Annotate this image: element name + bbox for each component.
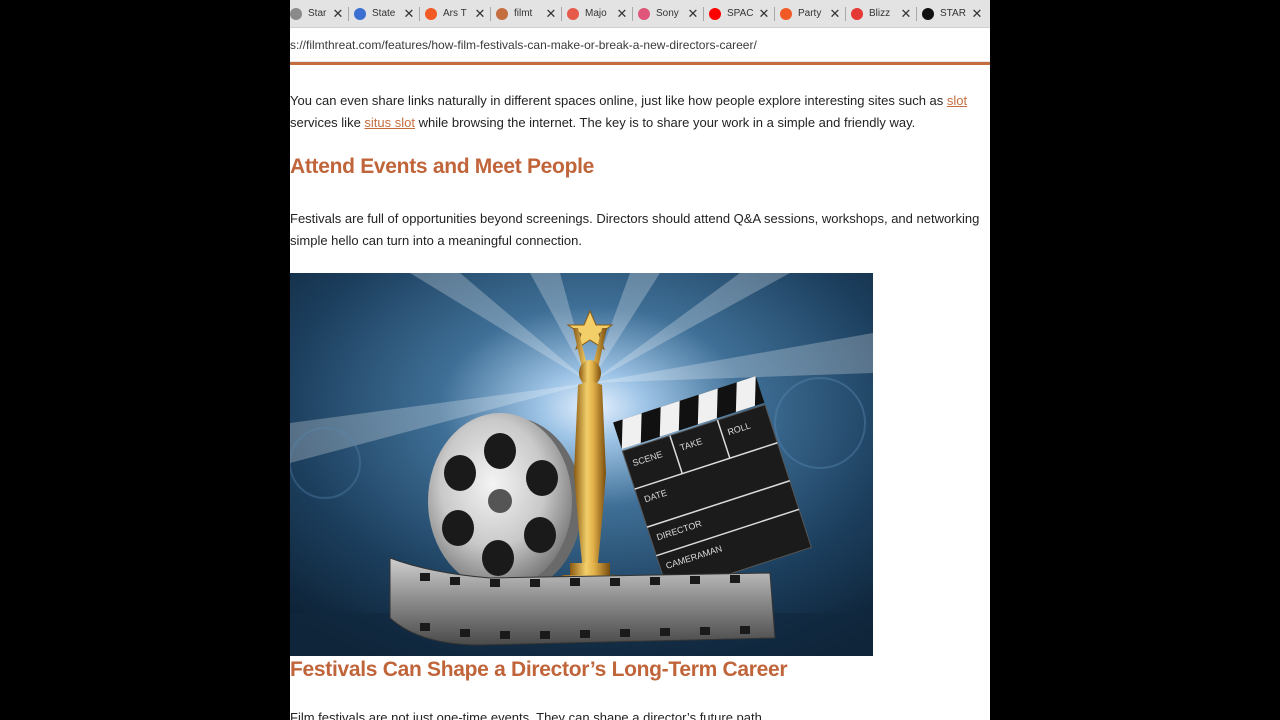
tab-title: State [372,8,396,19]
heading-shape-career: Festivals Can Shape a Director’s Long-Te… [290,658,788,681]
browser-tab[interactable]: Sony ✕ [632,0,703,27]
close-icon[interactable]: ✕ [829,7,841,20]
ars-icon [780,7,792,20]
browser-tab[interactable]: Star ✕ [290,0,348,27]
starwars-icon [922,7,934,20]
heading-attend-events: Attend Events and Meet People [290,155,595,178]
star-icon [290,7,302,20]
tab-strip: Star ✕ State ✕ Ars T ✕ filmt ✕ Majo ✕ Sony ✕ SPAC ✕ Pa… [290,0,990,28]
browser-tab[interactable]: State ✕ [348,0,419,27]
playstation-icon [354,7,366,20]
tab-title: filmt [514,8,533,19]
close-icon[interactable]: ✕ [900,7,912,20]
tab-title: SPAC [727,8,754,19]
close-icon[interactable]: ✕ [545,7,557,20]
close-icon[interactable]: ✕ [474,7,486,20]
browser-tab[interactable]: Blizz ✕ [845,0,916,27]
link-situs-slot[interactable]: situs slot [364,115,415,130]
browser-tab[interactable]: SPAC ✕ [703,0,774,27]
close-icon[interactable]: ✕ [403,7,415,20]
browser-tab[interactable]: Ars T ✕ [419,0,490,27]
browser-tab[interactable]: STAR ✕ [916,0,987,27]
url-text[interactable]: s://filmthreat.com/features/how-film-fes… [290,38,757,52]
address-bar[interactable]: s://filmthreat.com/features/how-film-fes… [290,28,990,62]
circle-c-icon [851,7,863,20]
close-icon[interactable]: ✕ [616,7,628,20]
circle-c-icon [567,7,579,20]
paragraph-line: Film festivals are not just one-time eve… [290,710,766,720]
youtube-icon [709,7,721,20]
article-content: You can even share links naturally in di… [290,65,990,720]
close-icon[interactable]: ✕ [687,7,699,20]
paragraph-line: Festivals are full of opportunities beyo… [290,211,980,226]
text-segment: while browsing the internet. The key is … [415,114,916,130]
tab-title: Sony [656,8,679,19]
browser-tab[interactable]: Majo ✕ [561,0,632,27]
close-icon[interactable]: ✕ [971,7,983,20]
paragraph-share-links: You can even share links naturally in di… [290,90,990,133]
browser-tab[interactable]: filmt ✕ [490,0,561,27]
close-icon[interactable]: ✕ [332,7,344,20]
paragraph-line: services like situs slot while browsing … [290,112,990,134]
browser-viewport: Star ✕ State ✕ Ars T ✕ filmt ✕ Majo ✕ Sony ✕ SPAC ✕ Pa… [290,0,990,720]
ars-icon [425,7,437,20]
tab-title: Star [308,8,327,19]
link-slot[interactable]: slot [947,93,967,108]
tab-title: STAR [940,8,966,19]
article-hero-image: SCENE TAKE ROLL DATE DIRECTOR CAMERAMAN [290,273,873,656]
chart-icon [496,7,508,20]
paragraph-long-term: Film festivals are not just one-time eve… [290,707,990,720]
text-segment: You can even share links naturally in di… [290,93,947,108]
paragraph-festivals-opportunities: Festivals are full of opportunities beyo… [290,208,990,251]
browser-tab[interactable]: Party ✕ [774,0,845,27]
film-award-illustration: SCENE TAKE ROLL DATE DIRECTOR CAMERAMAN [290,273,873,656]
pin-icon [638,7,650,20]
tab-title: Majo [585,8,607,19]
text-segment: services like [290,114,365,130]
tab-title: Ars T [443,8,467,19]
tab-title: Party [798,8,822,19]
tab-title: Blizz [869,8,891,19]
paragraph-line: simple hello can turn into a meaningful … [290,232,582,248]
close-icon[interactable]: ✕ [758,7,770,20]
paragraph-line: You can even share links naturally in di… [290,90,990,112]
